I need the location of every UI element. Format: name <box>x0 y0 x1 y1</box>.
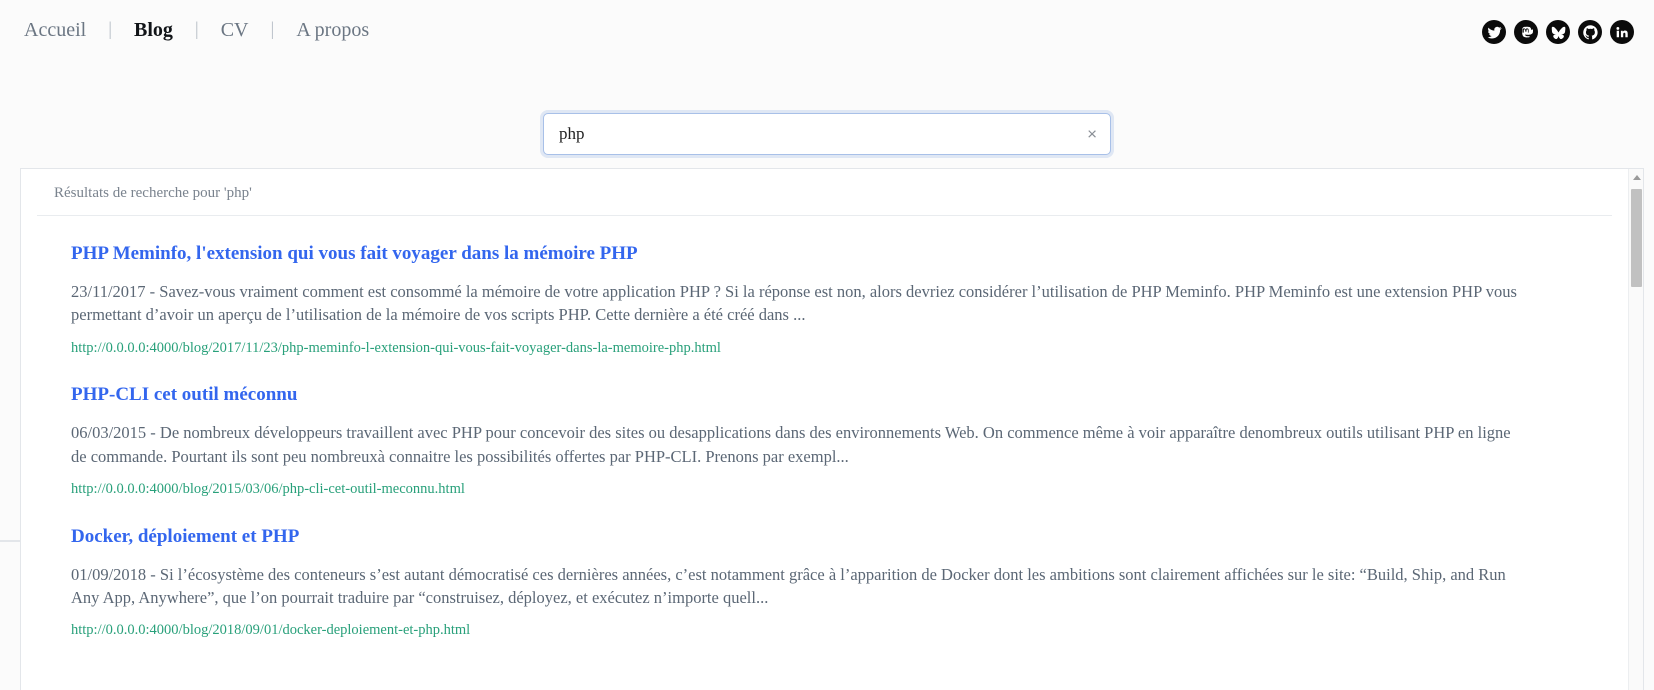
search-box[interactable]: × <box>543 113 1111 155</box>
nav-separator: | <box>270 19 275 40</box>
scroll-up-arrow-icon[interactable] <box>1629 169 1643 185</box>
search-area: × <box>0 113 1654 155</box>
bluesky-icon[interactable] <box>1546 20 1570 44</box>
results-scrollbar[interactable] <box>1628 169 1643 690</box>
results-list: PHP Meminfo, l'extension qui vous fait v… <box>21 216 1628 640</box>
list-item: PHP-CLI cet outil méconnu 06/03/2015 - D… <box>37 357 1612 498</box>
search-input[interactable] <box>544 114 1110 154</box>
nav-separator: | <box>108 19 112 40</box>
nav-separator: | <box>194 19 199 40</box>
list-item: Docker, déploiement et PHP 01/09/2018 - … <box>37 499 1612 640</box>
result-description: 23/11/2017 - Savez-vous vraiment comment… <box>71 281 1517 325</box>
panel-edge-divider <box>0 540 20 542</box>
clear-search-icon[interactable]: × <box>1087 126 1097 143</box>
list-item: PHP Meminfo, l'extension qui vous fait v… <box>37 216 1612 357</box>
nav-item-blog[interactable]: Blog <box>134 19 195 42</box>
nav-item-cv[interactable]: CV <box>221 19 271 42</box>
results-header: Résultats de recherche pour 'php' <box>37 169 1612 216</box>
result-description: 06/03/2015 - De nombreux développeurs tr… <box>71 423 1511 466</box>
result-title-link[interactable]: PHP Meminfo, l'extension qui vous fait v… <box>71 242 1612 266</box>
scrollbar-thumb[interactable] <box>1631 189 1642 287</box>
nav-item-a-propos[interactable]: A propos <box>296 19 391 42</box>
result-url-link[interactable]: http://0.0.0.0:4000/blog/2015/03/06/php-… <box>71 480 465 499</box>
linkedin-icon[interactable] <box>1610 20 1634 44</box>
result-url-link[interactable]: http://0.0.0.0:4000/blog/2017/11/23/php-… <box>71 339 721 358</box>
result-url-link[interactable]: http://0.0.0.0:4000/blog/2018/09/01/dock… <box>71 621 470 640</box>
nav-item-accueil[interactable]: Accueil <box>24 19 108 42</box>
result-title-link[interactable]: PHP-CLI cet outil méconnu <box>71 383 1612 407</box>
mastodon-icon[interactable] <box>1514 20 1538 44</box>
main-nav: Accueil | Blog | CV | A propos <box>24 19 391 42</box>
result-description: 01/09/2018 - Si l’écosystème des contene… <box>71 564 1506 608</box>
top-navigation-bar: Accueil | Blog | CV | A propos <box>0 0 1654 60</box>
result-title-link[interactable]: Docker, déploiement et PHP <box>71 525 1612 549</box>
results-scroll-area: Résultats de recherche pour 'php' PHP Me… <box>21 169 1628 690</box>
search-results-panel: Résultats de recherche pour 'php' PHP Me… <box>20 168 1644 690</box>
social-links <box>1482 20 1634 44</box>
github-icon[interactable] <box>1578 20 1602 44</box>
twitter-icon[interactable] <box>1482 20 1506 44</box>
